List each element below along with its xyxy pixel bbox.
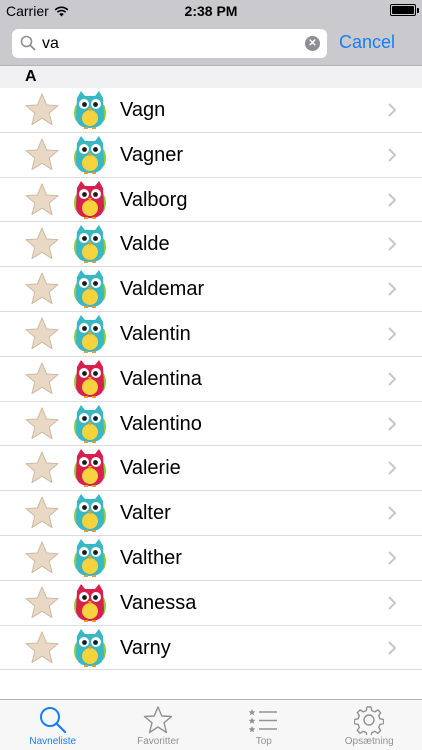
tab-navneliste[interactable]: Navneliste xyxy=(0,700,106,750)
boy-owl-icon xyxy=(74,404,106,443)
favorite-star-icon[interactable] xyxy=(24,182,60,218)
name-label: Vagner xyxy=(120,143,184,166)
list-item[interactable]: Varny xyxy=(0,626,422,671)
name-label: Valter xyxy=(120,502,171,525)
favorite-star-icon[interactable] xyxy=(24,585,60,621)
tab-label: Opsætning xyxy=(344,736,394,747)
chevron-right-icon xyxy=(388,192,397,207)
tab-label: Favoritter xyxy=(137,736,180,747)
boy-owl-icon xyxy=(74,270,106,309)
favorite-star-icon[interactable] xyxy=(24,450,60,486)
boy-owl-icon xyxy=(74,225,106,264)
name-label: Valentino xyxy=(120,412,202,435)
status-bar: Carrier 2:38 PM xyxy=(0,0,422,22)
name-label: Valde xyxy=(120,233,170,256)
list-icon xyxy=(248,709,277,733)
favorite-star-icon[interactable] xyxy=(24,271,60,307)
name-label: Valentina xyxy=(120,367,202,390)
gear-icon xyxy=(354,706,385,735)
list-item[interactable]: Vagner xyxy=(0,133,422,178)
name-label: Vagn xyxy=(120,99,166,121)
list-item[interactable]: Valerie xyxy=(0,446,422,492)
list-item[interactable]: Vanessa xyxy=(0,581,422,626)
tab-top[interactable]: Top xyxy=(211,700,317,750)
boy-owl-icon xyxy=(74,91,106,129)
cancel-button[interactable]: Cancel xyxy=(339,32,395,53)
list-item[interactable]: Valter xyxy=(0,491,422,536)
battery-level xyxy=(392,6,414,14)
tab-favoritter[interactable]: Favoritter xyxy=(106,700,212,750)
girl-owl-icon xyxy=(74,359,106,398)
girl-owl-icon xyxy=(74,180,106,219)
list-item[interactable]: Valther xyxy=(0,536,422,581)
chevron-right-icon xyxy=(388,640,397,655)
battery-icon xyxy=(390,4,419,16)
search-field[interactable]: ✕ xyxy=(12,29,327,58)
chevron-right-icon xyxy=(388,596,397,610)
boy-owl-icon xyxy=(74,494,106,533)
name-label: Valerie xyxy=(120,457,181,480)
search-icon xyxy=(39,707,66,734)
chevron-right-icon xyxy=(388,237,397,252)
tab-label: Top xyxy=(255,736,272,747)
boy-owl-icon xyxy=(74,314,106,353)
status-right xyxy=(390,4,419,16)
chevron-right-icon xyxy=(388,551,397,565)
girl-owl-icon xyxy=(74,449,106,488)
favorite-star-icon[interactable] xyxy=(24,226,60,262)
clear-search-button[interactable]: ✕ xyxy=(305,36,320,51)
list-item[interactable]: Valde xyxy=(0,222,422,268)
boy-owl-icon xyxy=(74,628,106,667)
name-label: Valborg xyxy=(120,188,188,211)
name-list[interactable]: Vagn Vagner Valborg Valde Valdemar Valentin Va… xyxy=(0,88,422,671)
tab-opsaetning[interactable]: Opsætning xyxy=(317,700,422,750)
chevron-right-icon xyxy=(388,148,397,162)
name-label: Valentin xyxy=(120,322,191,345)
favorite-star-icon[interactable] xyxy=(24,406,60,442)
search-bar: ✕ Cancel xyxy=(0,22,422,66)
list-item[interactable]: Vagn xyxy=(0,88,422,133)
boy-owl-icon xyxy=(74,538,106,577)
name-label: Valther xyxy=(120,546,182,569)
list-item[interactable]: Valdemar xyxy=(0,267,422,312)
chevron-right-icon xyxy=(388,506,397,520)
tab-label: Navneliste xyxy=(29,736,77,747)
chevron-right-icon xyxy=(388,282,397,296)
list-item[interactable]: Valentin xyxy=(0,312,422,357)
list-item[interactable]: Valborg xyxy=(0,178,422,223)
favorite-star-icon[interactable] xyxy=(24,540,60,576)
chevron-right-icon xyxy=(388,372,397,386)
favorite-star-icon[interactable] xyxy=(24,630,60,666)
favorite-star-icon[interactable] xyxy=(24,137,60,173)
favorite-star-icon[interactable] xyxy=(24,495,60,531)
girl-owl-icon xyxy=(74,583,106,622)
favorite-star-icon[interactable] xyxy=(24,316,60,352)
favorite-star-icon[interactable] xyxy=(24,361,60,397)
favorite-star-icon[interactable] xyxy=(24,92,60,128)
name-label: Vanessa xyxy=(120,591,197,614)
chevron-right-icon xyxy=(388,103,397,117)
search-icon xyxy=(20,35,36,51)
chevron-right-icon xyxy=(388,461,397,476)
star-icon xyxy=(144,706,173,734)
chevron-right-icon xyxy=(388,327,397,341)
chevron-right-icon xyxy=(388,416,397,431)
list-item[interactable]: Valentina xyxy=(0,357,422,402)
search-input[interactable] xyxy=(42,29,302,58)
name-label: Valdemar xyxy=(120,278,205,301)
list-item[interactable]: Valentino xyxy=(0,402,422,447)
section-header: A xyxy=(0,66,422,88)
tab-bar: Navneliste Favoritter Top Opsætning xyxy=(0,699,422,750)
boy-owl-icon xyxy=(74,135,106,174)
name-label: Varny xyxy=(120,636,171,659)
clock: 2:38 PM xyxy=(184,3,238,19)
